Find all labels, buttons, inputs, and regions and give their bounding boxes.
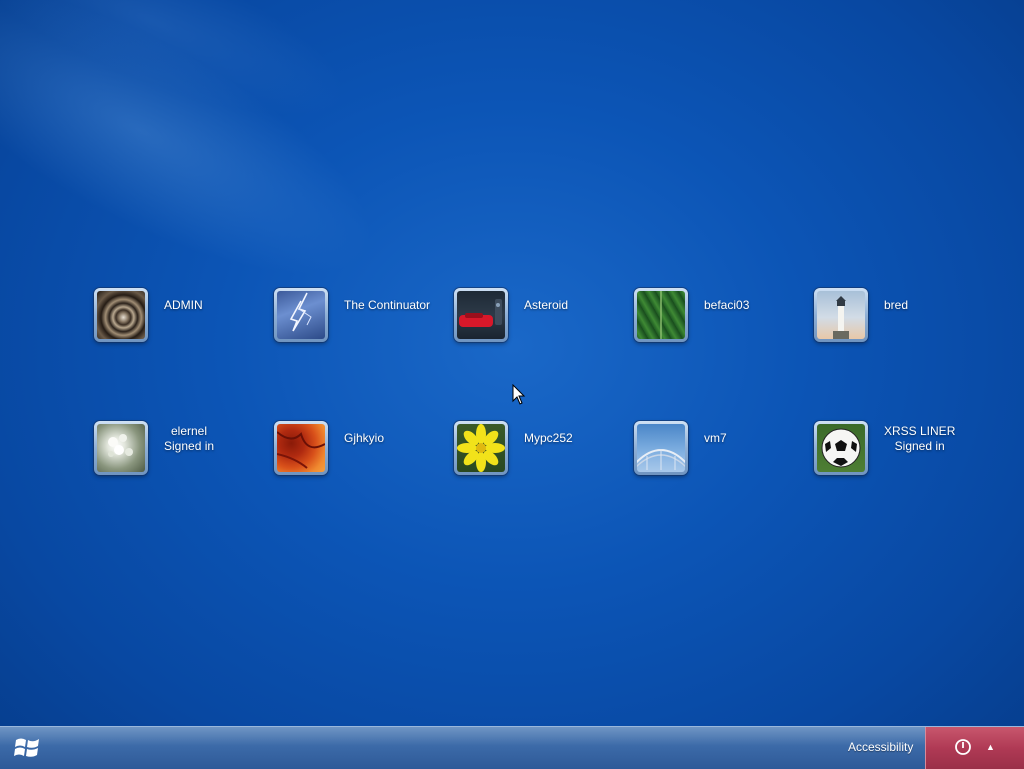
windows-logo-icon[interactable] <box>14 735 42 761</box>
lightning-picture <box>277 291 325 339</box>
user-picture-frame <box>634 421 688 475</box>
user-tile-gjhkyio[interactable]: Gjhkyio <box>274 421 444 481</box>
orange-flower-picture <box>277 424 325 472</box>
user-name: elernel Signed in <box>164 424 215 453</box>
user-tile-vm7[interactable]: vm7 <box>634 421 804 481</box>
green-leaf-picture <box>637 291 685 339</box>
user-name: bred <box>884 298 909 312</box>
user-name: befaci03 <box>704 298 750 312</box>
soccer-ball-picture <box>817 424 865 472</box>
yellow-daisy-picture <box>457 424 505 472</box>
user-name: Asteroid <box>524 298 569 312</box>
user-picture-frame <box>94 288 148 342</box>
power-options-arrow-icon[interactable]: ▲ <box>986 742 995 752</box>
user-tile-befaci03[interactable]: befaci03 <box>634 288 804 348</box>
signed-in-status: Signed in <box>894 439 945 453</box>
user-picture-frame <box>814 421 868 475</box>
user-tile-elernel[interactable]: elernel Signed in <box>94 421 264 481</box>
lighthouse-picture <box>817 291 865 339</box>
power-button[interactable]: ▲ <box>925 727 1024 769</box>
user-picture-frame <box>454 421 508 475</box>
accessibility-button[interactable]: Accessibility <box>848 740 913 754</box>
user-picture-frame <box>454 288 508 342</box>
user-name: The Continuator <box>344 298 431 312</box>
background-glow <box>0 0 412 332</box>
user-picture-frame <box>274 421 328 475</box>
user-name: XRSS LINER Signed in <box>884 424 956 453</box>
user-tile-the-continuator[interactable]: The Continuator <box>274 288 444 348</box>
user-tile-asteroid[interactable]: Asteroid <box>454 288 624 348</box>
red-car-picture <box>457 291 505 339</box>
taskbar: Accessibility ▲ <box>0 726 1024 769</box>
user-picture-frame <box>814 288 868 342</box>
user-tile-mypc252[interactable]: Mypc252 <box>454 421 624 481</box>
user-picture-frame <box>274 288 328 342</box>
user-name: Mypc252 <box>524 431 573 445</box>
user-picture-frame <box>94 421 148 475</box>
user-picture-frame <box>634 288 688 342</box>
user-name: Gjhkyio <box>344 431 385 445</box>
user-name: vm7 <box>704 431 727 445</box>
bridge-arch-picture <box>637 424 685 472</box>
white-flowers-picture <box>97 424 145 472</box>
user-tile-xrss-liner[interactable]: XRSS LINER Signed in <box>814 421 984 481</box>
mouse-cursor-icon <box>512 384 526 405</box>
signed-in-status: Signed in <box>164 439 215 453</box>
background-glow-upper <box>0 0 368 155</box>
nautilus-shell-picture <box>97 291 145 339</box>
user-tile-admin[interactable]: ADMIN <box>94 288 264 348</box>
user-tile-bred[interactable]: bred <box>814 288 984 348</box>
user-name: ADMIN <box>164 298 203 312</box>
power-icon <box>955 739 971 755</box>
